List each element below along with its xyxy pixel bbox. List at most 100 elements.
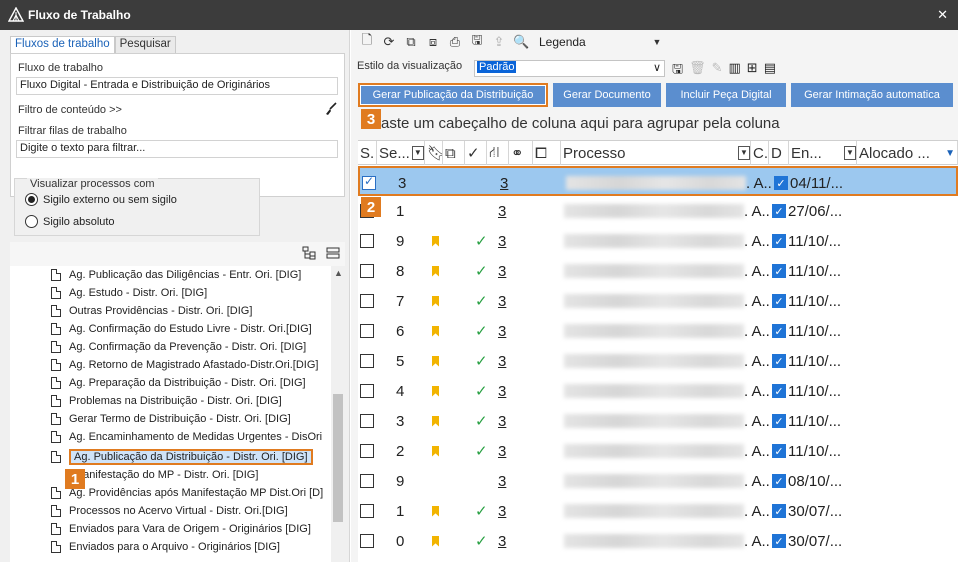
export-icon[interactable]: ⇪	[491, 34, 507, 50]
workflow-select[interactable]: Fluxo Digital - Entrada e Distribuição d…	[16, 77, 338, 95]
chevron-down-icon[interactable]: ▼	[649, 37, 665, 47]
radio-sigilo-absoluto[interactable]: Sigilo absoluto	[25, 215, 115, 228]
table-row[interactable]: 1 ✓ 3. A.. ✓ 30/07/...	[358, 496, 958, 526]
row-checkbox[interactable]	[360, 264, 374, 278]
tree-item[interactable]: Ag. Confirmação do Estudo Livre - Distr.…	[51, 320, 312, 338]
tree-item[interactable]: Manifestação do MP - Distr. Ori. [DIG]	[74, 466, 258, 484]
row-count-link[interactable]: 3	[498, 226, 506, 256]
expand-tree-icon[interactable]	[302, 246, 316, 263]
row-checkbox[interactable]	[360, 324, 374, 338]
gerar-documento-button[interactable]: Gerar Documento	[553, 83, 661, 107]
col-processo[interactable]: Processo ▼	[561, 141, 751, 165]
col-s[interactable]: S.	[358, 141, 377, 165]
new-document-icon[interactable]: 🗋	[359, 31, 375, 53]
gerar-publicacao-button[interactable]: Gerar Publicação da Distribuição	[358, 83, 548, 107]
col-copy[interactable]: ⧉	[443, 141, 465, 165]
row-count-link[interactable]: 3	[498, 286, 506, 316]
filter-queues-input[interactable]: Digite o texto para filtrar...	[16, 140, 338, 158]
row-checkbox[interactable]	[360, 504, 374, 518]
table-row[interactable]: 2 ✓ 3. A.. ✓ 11/10/...	[358, 436, 958, 466]
print-preview-icon[interactable]: ⎙	[447, 34, 463, 50]
refresh-icon[interactable]: ⟳	[381, 34, 397, 50]
save-icon[interactable]: 🖫	[672, 60, 683, 82]
row-count-link[interactable]: 3	[498, 526, 506, 556]
radio-sigilo-externo[interactable]: Sigilo externo ou sem sigilo	[25, 193, 177, 206]
tree-item[interactable]: Ag. Retorno de Magistrado Afastado-Distr…	[51, 356, 318, 374]
tree-item[interactable]: Enviados para o Arquivo - Originários [D…	[51, 538, 280, 556]
report-icon[interactable]: ▤	[764, 60, 776, 82]
row-checkbox[interactable]	[360, 444, 374, 458]
copy-icon[interactable]: ⧉	[403, 34, 419, 50]
tab-fluxos[interactable]: Fluxos de trabalho	[10, 36, 115, 54]
row-count-link[interactable]: 3	[498, 466, 506, 496]
tree-item[interactable]: Processos no Acervo Virtual - Distr. Ori…	[51, 502, 288, 520]
table-row[interactable]: 8 ✓ 3. A.. ✓ 11/10/...	[358, 256, 958, 286]
tree-item[interactable]: Ag. Publicação das Diligências - Entr. O…	[51, 266, 301, 284]
table-row[interactable]: 7 ✓ 3. A.. ✓ 11/10/...	[358, 286, 958, 316]
tree-item[interactable]: Problemas na Distribuição - Distr. Ori. …	[51, 392, 282, 410]
row-count-link[interactable]: 3	[498, 496, 506, 526]
row-count-link[interactable]: 3	[498, 256, 506, 286]
row-count-link[interactable]: 3	[498, 406, 506, 436]
delete-icon[interactable]: 🗑	[689, 60, 706, 82]
row-checkbox[interactable]	[360, 234, 374, 248]
col-entrada[interactable]: En... ▼	[789, 141, 857, 165]
col-link[interactable]: ⚭	[509, 141, 533, 165]
table-row[interactable]: 4 ✓ 3. A.. ✓ 11/10/...	[358, 376, 958, 406]
tree-item[interactable]: Ag. Estudo - Distr. Ori. [DIG]	[51, 284, 207, 302]
row-count-link[interactable]: 3	[498, 316, 506, 346]
close-icon[interactable]: ✕	[937, 7, 948, 23]
search-document-icon[interactable]: 🔍	[513, 34, 529, 50]
collapse-tree-icon[interactable]	[326, 246, 340, 263]
tree-item[interactable]: Ag. Providências após Manifestação MP Di…	[51, 484, 323, 502]
filter-icon[interactable]: ▼	[411, 146, 424, 160]
tree-item[interactable]: Gerar Termo de Distribuição - Distr. Ori…	[51, 410, 291, 428]
chevron-up-icon[interactable]: ▲	[334, 268, 343, 278]
table-row[interactable]: 9 ✓ 3. A.. ✓ 11/10/...	[358, 226, 958, 256]
row-checkbox[interactable]	[360, 294, 374, 308]
table-row[interactable]: 1 3 . A.. ✓ 27/06/...	[358, 196, 958, 226]
scrollbar-thumb[interactable]	[333, 394, 343, 522]
tree-item-selected[interactable]: Ag. Publicação da Distribuição - Distr. …	[51, 446, 313, 468]
table-row[interactable]: 5 ✓ 3. A.. ✓ 11/10/...	[358, 346, 958, 376]
row-checkbox[interactable]	[362, 174, 376, 190]
layout-icon[interactable]: ⊞	[747, 60, 758, 82]
filter-icon[interactable]: ▼	[738, 146, 750, 160]
row-count-link[interactable]: 3	[498, 436, 506, 466]
row-checkbox[interactable]	[360, 414, 374, 428]
row-count-link[interactable]: 3	[498, 376, 506, 406]
col-flag[interactable]: 🔖︎	[425, 141, 443, 165]
legend-dropdown[interactable]: Legenda	[539, 35, 643, 49]
filter-icon[interactable]: ▼	[844, 146, 856, 160]
tree-item[interactable]: Ag. Confirmação da Prevenção - Distr. Or…	[51, 338, 306, 356]
col-check[interactable]: ✓	[465, 141, 487, 165]
row-checkbox[interactable]	[360, 354, 374, 368]
chevron-down-icon[interactable]: ∨	[653, 61, 661, 74]
table-row-selected[interactable]: 3 3 . A..✓04/11/...	[358, 166, 958, 196]
tree-item[interactable]: Outras Providências - Distr. Ori. [DIG]	[51, 302, 252, 320]
row-count-link[interactable]: 3	[498, 346, 506, 376]
table-row[interactable]: 0 ✓ 3. A.. ✓ 30/07/...	[358, 526, 958, 556]
edit-icon[interactable]: ✎	[712, 60, 723, 82]
table-row[interactable]: 3 ✓ 3. A.. ✓ 11/10/...	[358, 406, 958, 436]
content-filter-toggle[interactable]: Filtro de conteúdo >>	[18, 104, 122, 116]
style-select[interactable]: Padrão ∨	[474, 60, 665, 77]
row-checkbox[interactable]	[360, 384, 374, 398]
tab-pesquisar[interactable]: Pesquisar	[114, 36, 176, 54]
col-c[interactable]: C.	[751, 141, 769, 165]
table-row[interactable]: 6 ✓ 3. A.. ✓ 11/10/...	[358, 316, 958, 346]
columns-icon[interactable]: ▥	[729, 60, 741, 82]
paste-icon[interactable]: ⧈	[425, 34, 441, 50]
col-alocado[interactable]: Alocado ... ▼	[857, 141, 958, 165]
col-tree[interactable]: ⛙	[487, 141, 509, 165]
col-seq[interactable]: Se... ▼	[377, 141, 425, 165]
tree-scrollbar[interactable]: ▲	[331, 266, 345, 562]
table-row[interactable]: 9 3 . A.. ✓ 08/10/...	[358, 466, 958, 496]
chevron-down-icon[interactable]: ▼	[945, 148, 955, 159]
row-count-link[interactable]: 3	[498, 196, 506, 226]
incluir-peca-button[interactable]: Incluir Peça Digital	[666, 83, 786, 107]
gerar-intimacao-button[interactable]: Gerar Intimação automatica	[791, 83, 953, 107]
row-checkbox[interactable]	[360, 474, 374, 488]
brush-icon[interactable]	[324, 102, 338, 119]
row-count-link[interactable]: 3	[500, 168, 508, 198]
